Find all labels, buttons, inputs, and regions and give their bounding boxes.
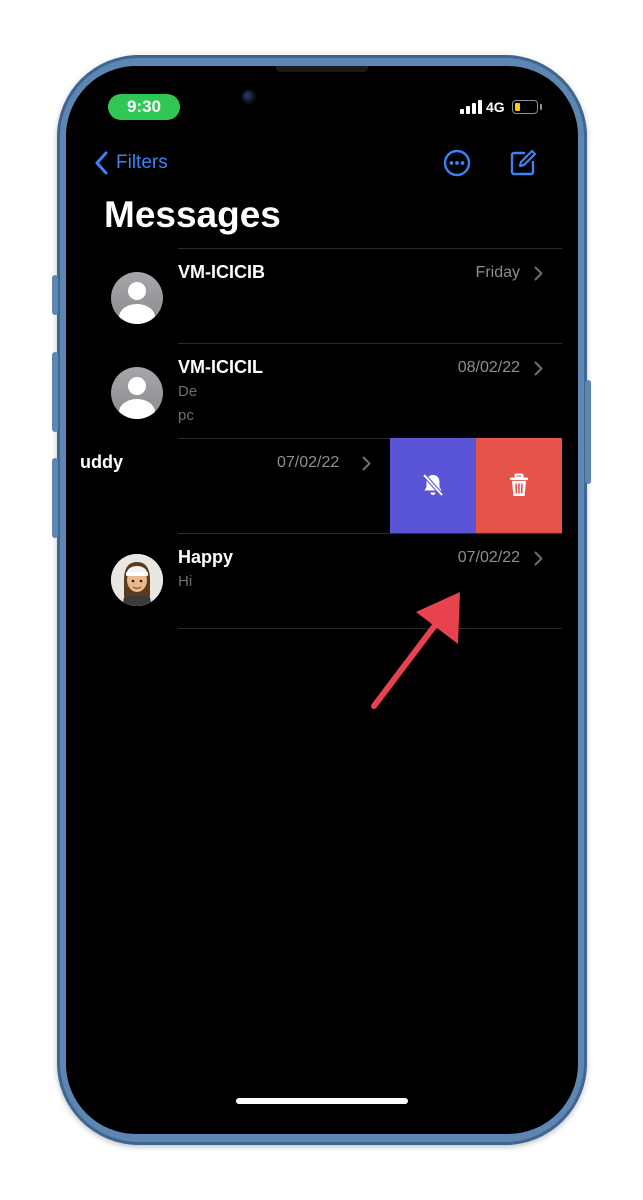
trash-icon: [510, 473, 528, 496]
chevron-left-icon: [95, 151, 108, 175]
conversation-date: Friday: [475, 264, 520, 281]
conversation-name: uddy: [80, 452, 123, 472]
signal-strength-icon: [460, 100, 482, 114]
conversation-name: Happy: [178, 547, 234, 567]
silent-switch: [52, 275, 58, 315]
mute-button[interactable]: [390, 438, 476, 533]
volume-up-button: [52, 352, 58, 432]
ellipsis-circle-icon[interactable]: [442, 148, 472, 178]
memoji-avatar: [111, 554, 163, 606]
delete-button[interactable]: [476, 438, 562, 533]
compose-icon[interactable]: [508, 148, 538, 178]
page-title: Messages: [104, 194, 281, 235]
contact-avatar-icon: [111, 272, 163, 324]
power-button: [585, 380, 591, 484]
back-button[interactable]: Filters: [94, 148, 168, 178]
message-preview-line: Hi: [178, 573, 193, 590]
conversation-date: 08/02/22: [457, 359, 520, 376]
network-type: 4G: [486, 99, 505, 115]
chevron-right-icon: [534, 361, 543, 376]
chevron-right-icon: [362, 456, 371, 471]
front-camera: [242, 90, 256, 104]
conversation-row[interactable]: VM-ICICIL 08/02/22 De pc: [66, 343, 578, 438]
screen: 9:30 4G Filters Messages VM-ICICIB Frida…: [66, 66, 578, 1134]
contact-avatar-icon: [111, 367, 163, 419]
status-time: 9:30: [108, 94, 180, 120]
conversation-date: 07/02/22: [277, 454, 340, 471]
bell-slash-icon: [422, 473, 444, 497]
conversation-name: VM-ICICIL: [178, 357, 263, 377]
chevron-right-icon: [534, 551, 543, 566]
conversation-row[interactable]: VM-ICICIB Friday: [66, 248, 578, 343]
volume-down-button: [52, 458, 58, 538]
home-indicator[interactable]: [236, 1098, 408, 1104]
chevron-right-icon: [534, 266, 543, 281]
conversation-date: 07/02/22: [457, 549, 520, 566]
battery-icon: [512, 100, 542, 114]
back-button-label: Filters: [116, 152, 168, 173]
message-preview-line: pc: [178, 407, 194, 424]
annotation-arrow-icon: [371, 592, 460, 709]
conversation-name: VM-ICICIB: [178, 262, 265, 282]
message-preview-line: De: [178, 383, 198, 400]
speaker-grille: [276, 66, 368, 72]
